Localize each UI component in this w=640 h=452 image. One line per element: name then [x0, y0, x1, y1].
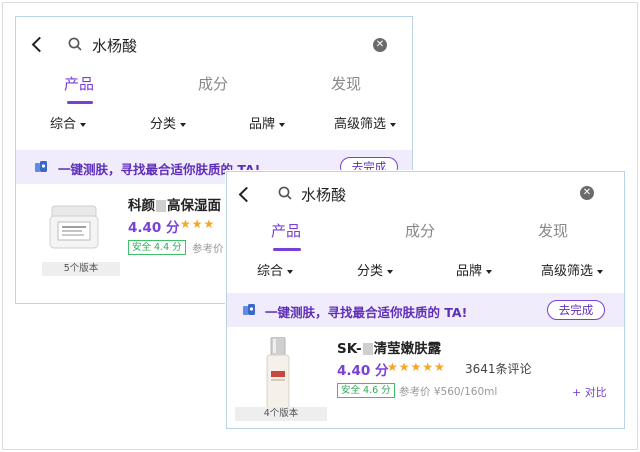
filter-label: 高级筛选	[334, 117, 387, 132]
filter-category[interactable]: 分类	[357, 260, 394, 279]
skin-test-banner[interactable]: 一键测肤，寻找最合适你肤质的 TA! 去完成	[227, 293, 624, 327]
back-arrow-icon[interactable]	[31, 36, 48, 53]
safety-badge: 安全 4.4 分	[128, 240, 186, 255]
product-name[interactable]: SK- 清莹嫩肤露	[337, 337, 441, 357]
search-input[interactable]: 水杨酸	[301, 184, 346, 205]
skin-test-icon	[243, 304, 255, 315]
filter-bar: 综合 分类 品牌 高级筛选	[16, 105, 412, 141]
filter-brand[interactable]: 品牌	[249, 113, 286, 132]
version-count: 5个版本	[42, 262, 120, 276]
tab-ingredients[interactable]: 成分	[405, 220, 435, 241]
category-tabs: 产品 成分 发现	[16, 65, 412, 105]
caret-down-icon	[80, 122, 87, 127]
caret-down-icon	[597, 269, 604, 274]
product-name-prefix: SK-	[337, 341, 362, 357]
tab-discover[interactable]: 发现	[331, 73, 361, 94]
add-compare-button[interactable]: + 对比	[572, 384, 607, 400]
product-score: 4.40 分	[128, 220, 180, 236]
tab-products[interactable]: 产品	[271, 220, 301, 241]
product-score: 4.40 分	[337, 363, 389, 379]
filter-label: 综合	[257, 264, 284, 279]
filter-label: 品牌	[249, 117, 276, 132]
product-image[interactable]	[263, 337, 293, 411]
caret-down-icon	[287, 269, 294, 274]
search-input[interactable]: 水杨酸	[92, 35, 137, 56]
product-name-suffix: 清莹嫩肤露	[373, 341, 442, 357]
reference-price: 参考价	[192, 243, 224, 255]
category-tabs: 产品 成分 发现	[227, 212, 624, 252]
product-name[interactable]: 科颜 高保湿面	[128, 194, 221, 214]
redacted-text	[362, 343, 373, 355]
product-name-suffix: 高保湿面	[167, 198, 221, 214]
go-complete-button[interactable]: 去完成	[547, 300, 605, 320]
filter-category[interactable]: 分类	[150, 113, 187, 132]
tab-ingredients[interactable]: 成分	[198, 73, 228, 94]
caret-down-icon	[279, 122, 286, 127]
version-count: 4个版本	[235, 407, 327, 421]
filter-label: 分类	[150, 117, 177, 132]
filter-label: 分类	[357, 264, 384, 279]
review-count: 3641条评论	[465, 362, 532, 376]
filter-advanced[interactable]: 高级筛选	[541, 260, 604, 279]
product-name-prefix: 科颜	[128, 198, 155, 214]
clear-icon[interactable]: ✕	[373, 38, 387, 52]
filter-label: 综合	[50, 117, 77, 132]
active-tab-indicator	[273, 248, 301, 251]
clear-icon[interactable]: ✕	[580, 186, 594, 200]
caret-down-icon	[486, 269, 493, 274]
reference-price: 参考价 ¥560/160ml	[399, 386, 498, 398]
active-tab-indicator	[67, 101, 93, 104]
filter-label: 品牌	[456, 264, 483, 279]
product-image[interactable]	[48, 204, 100, 250]
search-icon	[278, 186, 292, 200]
tab-products[interactable]: 产品	[64, 73, 94, 94]
skin-test-icon	[35, 161, 47, 172]
filter-comprehensive[interactable]: 综合	[257, 260, 294, 279]
product-item[interactable]: 4个版本 SK- 清莹嫩肤露 4.40 分 ★★★★★ 3641条评论 安全 4.…	[227, 327, 624, 427]
tab-discover[interactable]: 发现	[538, 220, 568, 241]
redacted-text	[156, 200, 166, 212]
caret-down-icon	[390, 122, 397, 127]
caret-down-icon	[387, 269, 394, 274]
search-bar: 水杨酸 ✕	[16, 17, 412, 65]
star-rating: ★★★★★	[387, 360, 446, 374]
filter-comprehensive[interactable]: 综合	[50, 113, 87, 132]
filter-bar: 综合 分类 品牌 高级筛选	[227, 252, 624, 288]
safety-badge: 安全 4.6 分	[337, 383, 395, 398]
front-search-panel: 水杨酸 ✕ 产品 成分 发现 综合 分类 品牌 高级筛选 一键测肤，寻找最合适你…	[226, 171, 625, 429]
filter-brand[interactable]: 品牌	[456, 260, 493, 279]
star-rating: ★★★	[180, 217, 216, 231]
caret-down-icon	[180, 122, 187, 127]
filter-label: 高级筛选	[541, 264, 594, 279]
banner-text: 一键测肤，寻找最合适你肤质的 TA!	[265, 305, 468, 320]
search-icon	[68, 37, 82, 51]
filter-advanced[interactable]: 高级筛选	[334, 113, 397, 132]
back-arrow-icon[interactable]	[238, 186, 255, 203]
